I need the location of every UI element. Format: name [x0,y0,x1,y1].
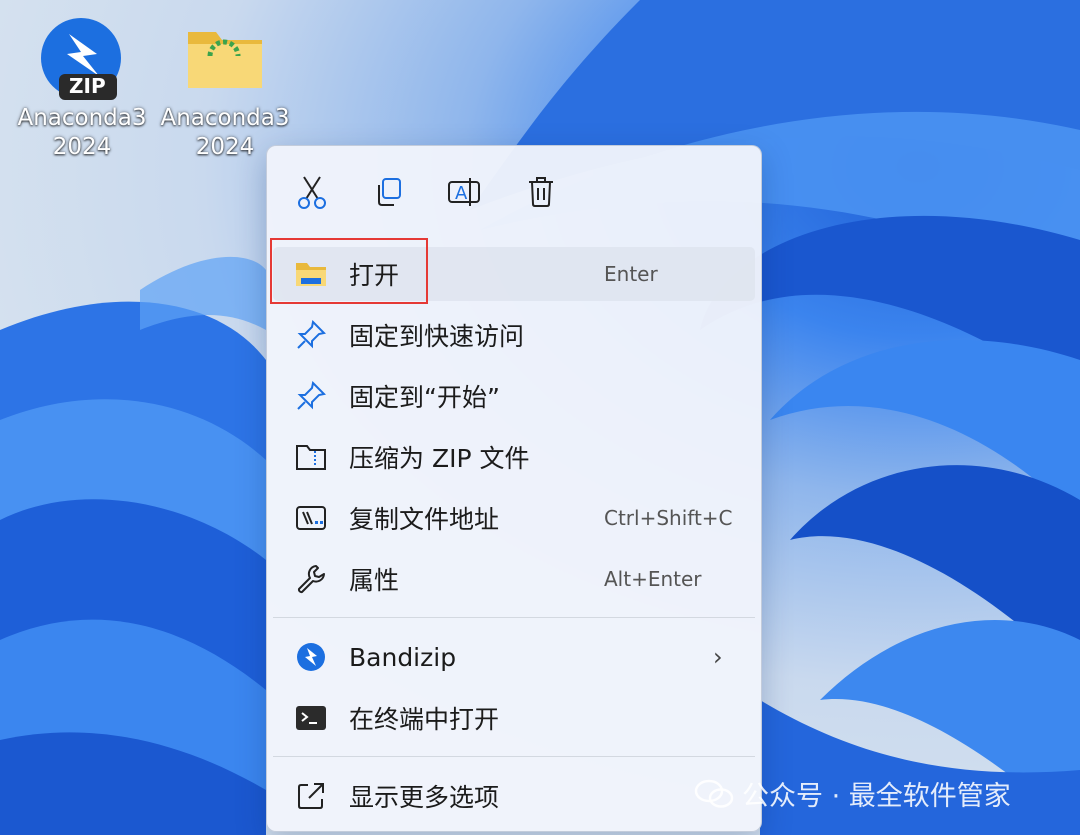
folder-icon [182,16,268,102]
desktop-icon-label-line2: 2024 [52,134,112,160]
zip-badge-text: ZIP [69,74,106,98]
menu-item-label: 复制文件地址 [349,505,500,534]
copy-icon [378,178,401,206]
menu-item-pin-quick-access[interactable]: 固定到快速访问 [273,308,755,362]
svg-text:A: A [455,183,468,204]
menu-item-label: 属性 [349,566,400,595]
terminal-icon [295,703,327,733]
menu-item-bandizip[interactable]: Bandizip › [273,630,755,684]
bandizip-icon [295,642,327,672]
submenu-chevron-icon: › [713,643,723,671]
delete-icon [529,177,553,207]
menu-item-copy-path[interactable]: 复制文件地址 Ctrl+Shift+C [273,491,755,545]
cut-button[interactable] [290,170,334,214]
menu-item-show-more-options[interactable]: 显示更多选项 [273,769,755,823]
menu-item-label: 压缩为 ZIP 文件 [349,444,530,473]
watermark: 公众号 · 最全软件管家 [694,774,1011,813]
menu-separator [273,756,755,757]
menu-item-open-terminal[interactable]: 在终端中打开 [273,691,755,745]
bandizip-zip-icon: ZIP [39,16,125,102]
menu-item-shortcut: Ctrl+Shift+C [604,506,733,530]
desktop-icon-folder[interactable]: Anaconda3 2024 [160,16,290,162]
menu-item-label: 在终端中打开 [349,705,500,734]
menu-item-label: 固定到快速访问 [349,322,525,351]
menu-item-properties[interactable]: 属性 Alt+Enter [273,552,755,606]
menu-item-shortcut: Enter [604,262,658,286]
highlight-annotation-box [270,238,428,304]
context-menu-toolbar: A [267,146,761,236]
delete-button[interactable] [519,170,563,214]
cut-icon [298,176,326,209]
desktop-icon-label-line1: Anaconda3 [17,105,147,131]
wechat-icon [694,779,734,808]
menu-item-compress-zip[interactable]: 压缩为 ZIP 文件 [273,430,755,484]
pin-icon [295,320,327,350]
menu-item-pin-start[interactable]: 固定到“开始” [273,369,755,423]
menu-item-label: 固定到“开始” [349,383,500,412]
rename-icon: A [448,178,480,206]
rename-button[interactable]: A [442,170,486,214]
desktop-icon-zip[interactable]: ZIP Anaconda3 2024 [17,16,147,162]
pin-icon [295,381,327,411]
copy-button[interactable] [366,170,410,214]
menu-item-label: 显示更多选项 [349,783,500,812]
menu-item-label: Bandizip [349,642,457,672]
wrench-icon [295,564,327,594]
zip-folder-icon [295,442,327,472]
more-options-icon [295,781,327,811]
desktop-icon-label-line1: Anaconda3 [160,105,290,131]
copy-path-icon [295,503,327,533]
menu-separator [273,617,755,618]
menu-item-shortcut: Alt+Enter [604,567,702,591]
watermark-text: 公众号 · 最全软件管家 [742,781,1011,812]
